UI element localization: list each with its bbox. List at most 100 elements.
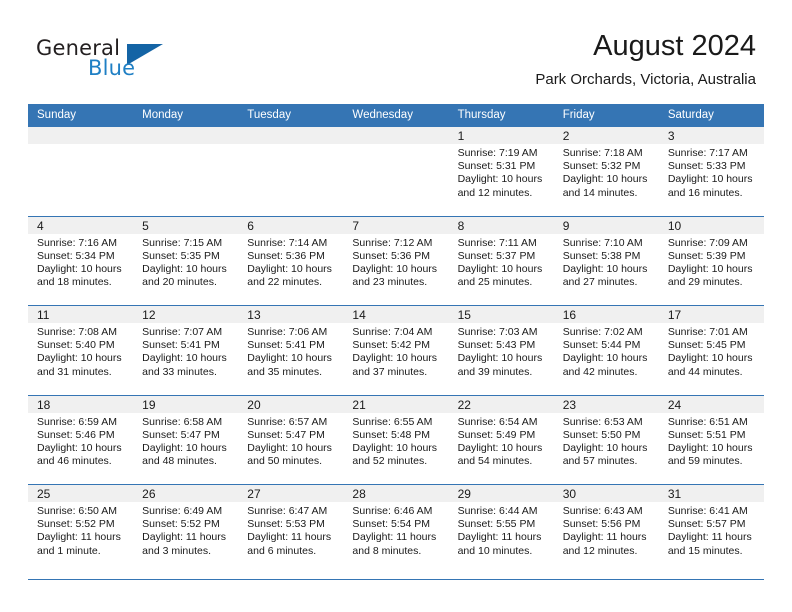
day-number-band: 10: [658, 216, 764, 234]
day-cell[interactable]: 29 Sunrise: 6:44 AM Sunset: 5:55 PM Dayligh…: [448, 485, 554, 579]
daylight-text: Daylight: 10 hours: [562, 173, 648, 186]
daylight-text: Daylight: 10 hours: [457, 352, 543, 365]
sunrise-text: Sunrise: 7:18 AM: [562, 147, 643, 159]
daylight-text: Daylight: 11 hours: [142, 531, 226, 544]
day-cell[interactable]: 18 Sunrise: 6:59 AM Sunset: 5:46 PM Dayligh…: [28, 395, 134, 484]
sunrise-text: Sunrise: 7:16 AM: [37, 236, 117, 249]
sunrise-text: Sunrise: 6:46 AM: [352, 505, 433, 517]
day-cell[interactable]: 21 Sunrise: 6:55 AM Sunset: 5:48 PM Dayligh…: [343, 395, 449, 484]
day-number: 9: [562, 218, 570, 233]
weekday-header-thursday: Thursday: [457, 109, 506, 121]
sunset-text: Sunset: 5:56 PM: [562, 518, 641, 531]
day-cell[interactable]: 22 Sunrise: 6:54 AM Sunset: 5:49 PM Dayligh…: [448, 395, 554, 484]
sunset-text: Sunset: 5:47 PM: [142, 428, 220, 441]
sunrise-text: Sunrise: 6:50 AM: [37, 505, 117, 517]
day-cell[interactable]: 23 Sunrise: 6:53 AM Sunset: 5:50 PM Dayligh…: [553, 395, 659, 484]
sunset-text: Sunset: 5:54 PM: [352, 518, 431, 531]
daylight-text-cont: and 27 minutes.: [562, 276, 638, 289]
day-details: Sunrise: 7:04 AM Sunset: 5:42 PM Daylight:…: [343, 323, 448, 379]
day-cell[interactable]: 12 Sunrise: 7:07 AM Sunset: 5:41 PM Dayligh…: [133, 306, 239, 395]
day-cell[interactable]: 10 Sunrise: 7:09 AM Sunset: 5:39 PM Dayligh…: [658, 216, 764, 305]
day-number: 1: [457, 129, 465, 143]
day-details: Sunrise: 7:15 AM Sunset: 5:35 PM Daylight:…: [133, 234, 238, 290]
sunrise-text: Sunrise: 6:57 AM: [247, 415, 328, 428]
day-number-band: 8: [448, 216, 554, 234]
day-cell[interactable]: 1 Sunrise: 7:19 AM Sunset: 5:31 PM Daylight…: [448, 127, 554, 216]
day-number-band: 16: [553, 306, 659, 323]
daylight-text: Daylight: 10 hours: [667, 173, 753, 186]
title-block: August 2024 Park Orchards, Victoria, Aus…: [535, 28, 756, 89]
sunset-text: Sunset: 5:42 PM: [352, 339, 431, 352]
day-details: Sunrise: 6:53 AM Sunset: 5:50 PM Daylight:…: [554, 413, 659, 469]
sunset-text: Sunset: 5:53 PM: [247, 518, 325, 531]
day-cell[interactable]: 4 Sunrise: 7:16 AM Sunset: 5:34 PM Daylight…: [28, 216, 134, 305]
sunset-text: Sunset: 5:50 PM: [562, 428, 641, 441]
calendar-week-row: 18 Sunrise: 6:59 AM Sunset: 5:46 PM Dayligh…: [28, 394, 764, 484]
day-cell[interactable]: 7 Sunrise: 7:12 AM Sunset: 5:36 PM Daylight…: [343, 216, 449, 305]
day-cell[interactable]: 2 Sunrise: 7:18 AM Sunset: 5:32 PM Daylight…: [553, 127, 659, 216]
day-cell[interactable]: 13 Sunrise: 7:06 AM Sunset: 5:41 PM Dayligh…: [238, 306, 344, 395]
day-details: Sunrise: 7:16 AM Sunset: 5:34 PM Daylight:…: [28, 234, 133, 290]
day-cell[interactable]: 9 Sunrise: 7:10 AM Sunset: 5:38 PM Daylight…: [553, 216, 659, 305]
day-number: 25: [37, 487, 51, 501]
day-details: Sunrise: 6:58 AM Sunset: 5:47 PM Daylight:…: [133, 413, 238, 469]
day-cell[interactable]: 26 Sunrise: 6:49 AM Sunset: 5:52 PM Dayligh…: [133, 485, 239, 579]
day-details: Sunrise: 7:07 AM Sunset: 5:41 PM Daylight:…: [133, 323, 238, 379]
day-cell[interactable]: 5 Sunrise: 7:15 AM Sunset: 5:35 PM Daylight…: [133, 216, 239, 305]
day-cell[interactable]: 15 Sunrise: 7:03 AM Sunset: 5:43 PM Dayligh…: [448, 306, 554, 395]
day-number-band: 7: [343, 216, 449, 234]
daylight-text: Daylight: 10 hours: [457, 262, 543, 275]
day-number-band: [133, 127, 239, 144]
day-number: 6: [247, 218, 254, 233]
day-number-band: 27: [238, 485, 344, 502]
sunset-text: Sunset: 5:49 PM: [457, 428, 536, 441]
day-number-band: 4: [28, 216, 134, 234]
sunrise-text: Sunrise: 7:17 AM: [667, 147, 748, 159]
day-cell[interactable]: 25 Sunrise: 6:50 AM Sunset: 5:52 PM Dayligh…: [28, 485, 134, 579]
daylight-text-cont: and 8 minutes.: [352, 544, 422, 557]
day-details: Sunrise: 7:02 AM Sunset: 5:44 PM Daylight:…: [554, 323, 659, 379]
day-cell[interactable]: 28 Sunrise: 6:46 AM Sunset: 5:54 PM Dayligh…: [343, 485, 449, 579]
day-details: Sunrise: 6:44 AM Sunset: 5:55 PM Daylight:…: [449, 502, 554, 558]
daylight-text: Daylight: 10 hours: [562, 352, 648, 365]
day-details: Sunrise: 7:18 AM Sunset: 5:32 PM Daylight:…: [554, 144, 659, 200]
day-cell[interactable]: 14 Sunrise: 7:04 AM Sunset: 5:42 PM Dayligh…: [343, 306, 449, 395]
day-number: 15: [457, 308, 471, 322]
day-cell-empty: [28, 127, 134, 216]
general-blue-logo[interactable]: General Blue: [36, 36, 166, 84]
daylight-text: Daylight: 10 hours: [352, 262, 438, 275]
daylight-text: Daylight: 11 hours: [667, 531, 752, 544]
day-cell[interactable]: 31 Sunrise: 6:41 AM Sunset: 5:57 PM Dayligh…: [658, 485, 764, 579]
day-cell[interactable]: 19 Sunrise: 6:58 AM Sunset: 5:47 PM Dayligh…: [133, 395, 239, 484]
day-details: Sunrise: 7:11 AM Sunset: 5:37 PM Daylight:…: [449, 234, 554, 290]
weekday-header-sunday: Sunday: [37, 109, 77, 121]
day-cell[interactable]: 8 Sunrise: 7:11 AM Sunset: 5:37 PM Daylight…: [448, 216, 554, 305]
sunset-text: Sunset: 5:41 PM: [247, 339, 325, 352]
sunset-text: Sunset: 5:48 PM: [352, 428, 431, 441]
day-number-band: 11: [28, 306, 134, 323]
day-cell[interactable]: 16 Sunrise: 7:02 AM Sunset: 5:44 PM Dayligh…: [553, 306, 659, 395]
daylight-text: Daylight: 10 hours: [37, 441, 122, 454]
weekday-header-saturday: Saturday: [667, 109, 714, 121]
day-number: 21: [352, 397, 366, 412]
day-details: Sunrise: 6:59 AM Sunset: 5:46 PM Daylight:…: [28, 413, 133, 469]
day-details: Sunrise: 6:49 AM Sunset: 5:52 PM Daylight:…: [133, 502, 238, 558]
daylight-text: Daylight: 11 hours: [562, 531, 647, 544]
day-details: Sunrise: 6:57 AM Sunset: 5:47 PM Daylight:…: [238, 413, 343, 469]
day-cell[interactable]: 17 Sunrise: 7:01 AM Sunset: 5:45 PM Dayligh…: [658, 306, 764, 395]
day-cell[interactable]: 6 Sunrise: 7:14 AM Sunset: 5:36 PM Daylight…: [238, 216, 344, 305]
sunset-text: Sunset: 5:51 PM: [667, 428, 746, 441]
day-number-band: 9: [553, 216, 659, 234]
daylight-text-cont: and 3 minutes.: [142, 544, 212, 557]
sunset-text: Sunset: 5:52 PM: [37, 518, 115, 531]
day-cell[interactable]: 11 Sunrise: 7:08 AM Sunset: 5:40 PM Dayligh…: [28, 306, 134, 395]
daylight-text-cont: and 52 minutes.: [352, 455, 428, 468]
day-cell[interactable]: 3 Sunrise: 7:17 AM Sunset: 5:33 PM Daylight…: [658, 127, 764, 216]
page-subtitle: Park Orchards, Victoria, Australia: [535, 71, 756, 88]
daylight-text: Daylight: 10 hours: [562, 262, 648, 275]
day-cell[interactable]: 30 Sunrise: 6:43 AM Sunset: 5:56 PM Dayligh…: [553, 485, 659, 579]
day-cell[interactable]: 27 Sunrise: 6:47 AM Sunset: 5:53 PM Dayligh…: [238, 485, 344, 579]
day-cell[interactable]: 24 Sunrise: 6:51 AM Sunset: 5:51 PM Dayligh…: [658, 395, 764, 484]
day-cell[interactable]: 20 Sunrise: 6:57 AM Sunset: 5:47 PM Dayligh…: [238, 395, 344, 484]
sunrise-text: Sunrise: 6:54 AM: [457, 415, 538, 428]
